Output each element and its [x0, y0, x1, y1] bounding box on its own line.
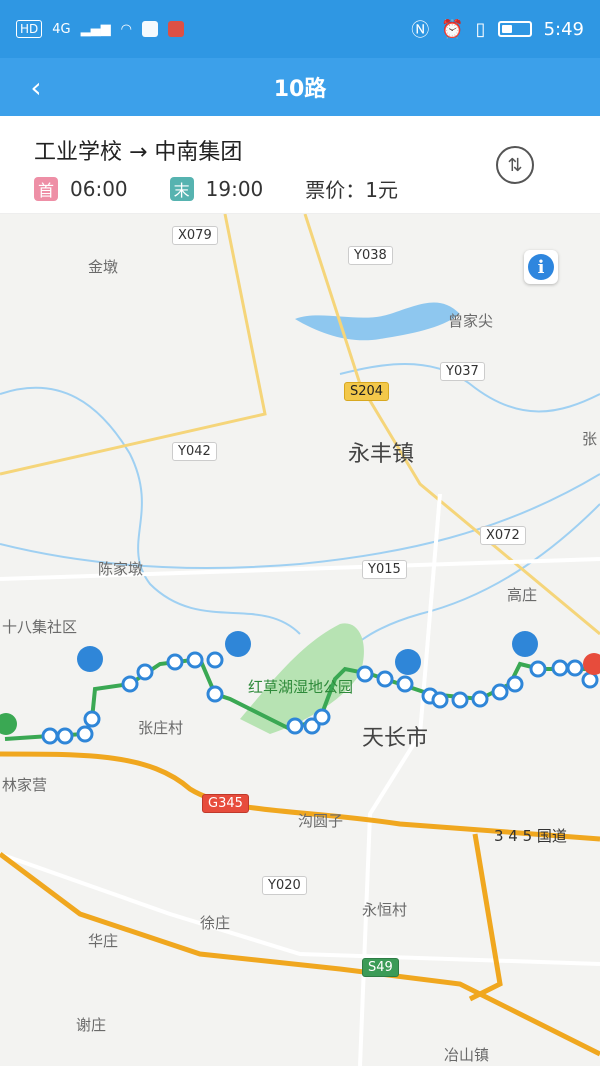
place-label: 张庄村 — [138, 719, 184, 737]
wifi-icon: ◠ — [120, 21, 132, 37]
signal-icon: ▂▄▆ — [80, 21, 111, 37]
place-label: 永丰镇 — [348, 442, 415, 467]
road-label: S204 — [344, 382, 390, 401]
lake — [295, 302, 460, 341]
back-arrow-icon[interactable]: ‹ — [18, 68, 54, 106]
road-label: Y015 — [362, 560, 407, 579]
first-bus-time: 06:00 — [70, 176, 128, 201]
road-label: X079 — [172, 226, 218, 245]
road-label: X072 — [480, 526, 526, 545]
hd-indicator: HD — [16, 20, 43, 38]
place-label: 高庄 — [507, 586, 538, 604]
status-right: Ⓝ ⏰ ▯ 5:49 — [411, 16, 584, 42]
place-label: 天长市 — [362, 726, 429, 751]
place-label: 十八集社区 — [2, 618, 78, 636]
end-marker — [583, 653, 600, 675]
status-left: HD 4G ▂▄▆ ◠ — [16, 20, 184, 38]
place-label: 曾家尖 — [448, 312, 494, 330]
nav-bar: ‹ 10路 — [0, 58, 600, 116]
place-label: 林家营 — [2, 776, 48, 794]
status-bar: HD 4G ▂▄▆ ◠ Ⓝ ⏰ ▯ 5:49 — [0, 0, 600, 58]
road-label: S49 — [362, 958, 399, 977]
road-label: Y042 — [172, 442, 217, 461]
last-bus-badge: 末 — [169, 176, 194, 201]
last-bus-time: 19:00 — [205, 176, 264, 201]
start-marker — [0, 713, 17, 735]
nfc-icon: Ⓝ — [411, 20, 430, 41]
road-label: G345 — [202, 794, 249, 813]
route-info-panel: 工业学校 → 中南集团 首 06:00 末 19:00 票价：1元 ⇅ — [0, 116, 600, 214]
place-label: 金墩 — [88, 258, 119, 276]
place-label: 张 — [582, 430, 598, 448]
first-bus-badge: 首 — [34, 176, 58, 201]
place-label: 陈家墩 — [98, 560, 144, 578]
place-label: 谢庄 — [76, 1016, 107, 1034]
status-time: 5:49 — [543, 18, 584, 40]
place-label: 红草湖湿地公园 — [248, 678, 354, 696]
swap-direction-icon[interactable]: ⇅ — [496, 146, 534, 184]
music-app-icon — [141, 21, 158, 37]
battery-icon — [497, 21, 532, 37]
route-name: 工业学校 → 中南集团 — [34, 140, 243, 165]
map-view[interactable]: i 金墩 曾家尖 永丰镇 张 陈家墩 高庄 十八集社区 红草湖湿地公园 张庄村 … — [0, 214, 600, 1066]
place-label: 华庄 — [88, 932, 119, 950]
place-label: 徐庄 — [200, 914, 231, 932]
place-label: 冶山镇 — [444, 1046, 490, 1064]
place-label: 沟圆子 — [298, 812, 344, 830]
place-label: 永恒村 — [362, 901, 408, 919]
page-title: 10路 — [273, 77, 327, 102]
road-label: Y038 — [348, 246, 393, 265]
vibrate-icon: ▯ — [475, 18, 486, 40]
alarm-icon: ⏰ — [441, 18, 464, 40]
road-label: Y037 — [440, 362, 485, 381]
road-label: Y020 — [262, 876, 307, 895]
route-times: 首 06:00 末 19:00 票价：1元 — [34, 174, 398, 203]
place-label: 3 4 5 国道 — [494, 827, 567, 845]
book-app-icon — [167, 21, 184, 37]
info-button[interactable]: i — [524, 250, 558, 284]
fare: 票价：1元 — [305, 178, 399, 202]
major-roads — [0, 751, 600, 1057]
network-type: 4G — [52, 21, 71, 37]
info-icon: i — [528, 254, 554, 280]
